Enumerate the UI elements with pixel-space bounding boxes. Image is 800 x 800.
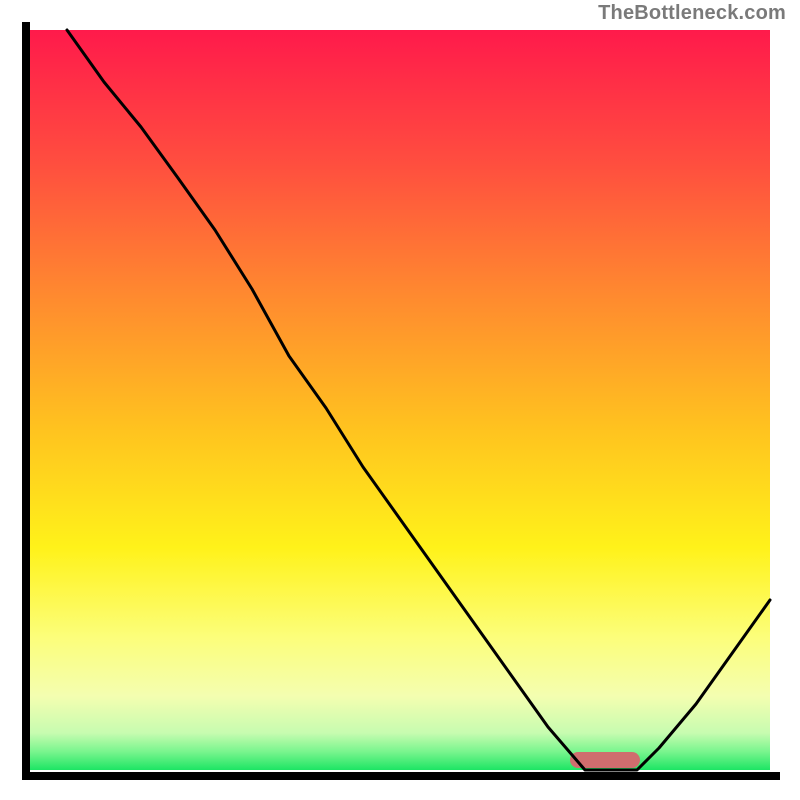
chart-container: TheBottleneck.com	[0, 0, 800, 800]
y-axis	[22, 22, 30, 780]
chart-svg	[0, 0, 800, 800]
plot-background	[30, 30, 770, 770]
x-axis	[22, 772, 780, 780]
